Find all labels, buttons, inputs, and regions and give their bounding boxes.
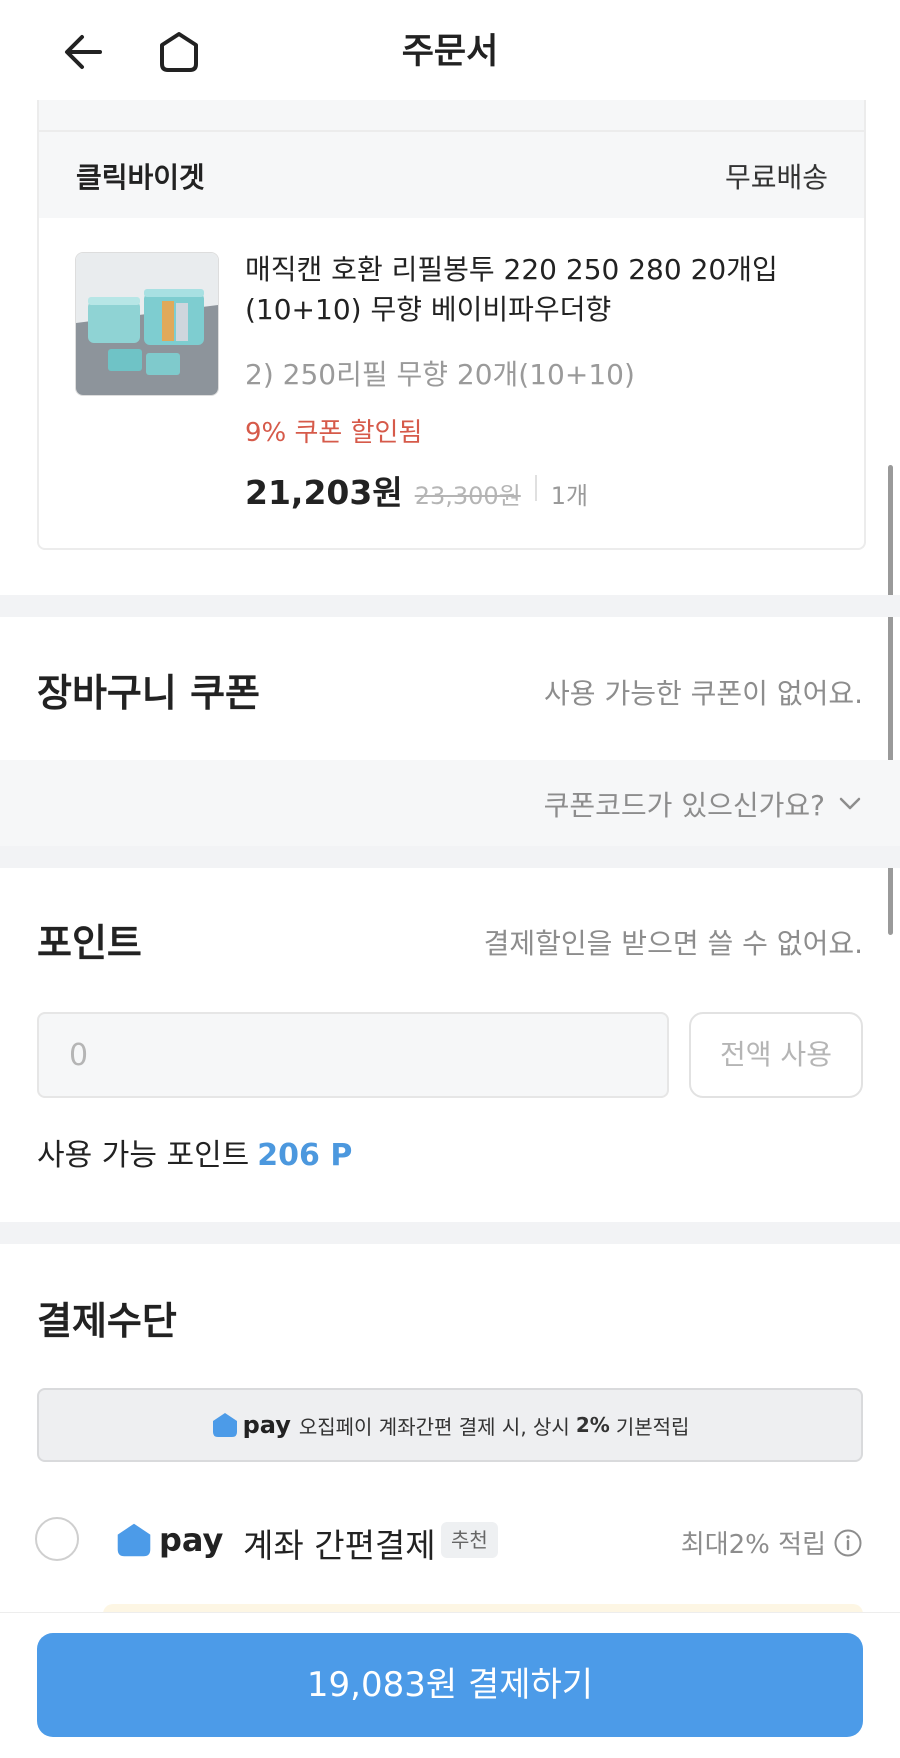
product-option: 2) 250리필 무향 20개(10+10) (245, 358, 635, 391)
payment-title: 결제수단 (37, 1299, 177, 1343)
sale-price: 21,203원 (245, 473, 403, 512)
quantity: 1개 (550, 482, 589, 510)
available-points: 사용 가능 포인트 206 P (37, 1130, 352, 1174)
cart-coupon-title: 장바구니 쿠폰 (37, 671, 260, 715)
section-divider (0, 1222, 900, 1244)
section-divider (0, 595, 900, 617)
pay-logo-icon (117, 1523, 151, 1557)
use-all-points-button[interactable]: 전액 사용 (689, 1012, 863, 1098)
pay-banner-text: 오집페이 계좌간편 결제 시, 상시 (298, 1414, 570, 1439)
header: 주문서 (0, 0, 900, 100)
pay-logo-text: pay (242, 1411, 291, 1439)
points-note: 결제할인을 받으면 쓸 수 없어요. (483, 927, 863, 960)
chevron-down-icon (839, 797, 861, 810)
points-title: 포인트 (37, 921, 142, 965)
coupon-applied-label: 9% 쿠폰 할인됨 (245, 418, 423, 448)
page-title: 주문서 (401, 32, 499, 72)
bottom-bar: 19,083원 결제하기 (0, 1612, 900, 1758)
product-image (76, 253, 218, 395)
pay-banner-suffix: 기본적립 (615, 1414, 690, 1439)
recommended-badge: 추천 (441, 1522, 498, 1558)
pay-option-logo: pay (115, 1520, 231, 1560)
seller-name: 클릭바이겟 (76, 161, 205, 194)
points-input[interactable]: 0 (37, 1012, 669, 1098)
pay-option-label[interactable]: 계좌 간편결제 (243, 1519, 436, 1567)
pay-logo-text: pay (159, 1521, 224, 1559)
coupon-code-prompt: 쿠폰코드가 있으신가요? (543, 789, 825, 822)
card-top-strip (39, 100, 864, 130)
available-points-label: 사용 가능 포인트 (37, 1138, 250, 1173)
available-points-value: 206 P (257, 1138, 353, 1173)
section-divider (0, 846, 900, 868)
pay-banner-rate: 2% (575, 1413, 610, 1437)
seller-row: 클릭바이겟 무료배송 (39, 130, 864, 218)
order-item-card: 클릭바이겟 무료배송 매직캔 호환 리필봉투 220 250 280 20개입 … (37, 100, 866, 550)
max-reward-label: 최대2% 적립 (680, 1530, 826, 1560)
cart-coupon-note: 사용 가능한 쿠폰이 없어요. (544, 677, 863, 710)
pay-promo-banner[interactable]: pay 오집페이 계좌간편 결제 시, 상시 2% 기본적립 (37, 1388, 863, 1462)
shipping-label: 무료배송 (724, 161, 828, 194)
original-price: 23,300원 (414, 482, 521, 510)
product-name[interactable]: 매직캔 호환 리필봉투 220 250 280 20개입 (10+10) 무향 … (245, 250, 825, 330)
coupon-code-toggle[interactable]: 쿠폰코드가 있으신가요? (0, 760, 900, 846)
info-icon[interactable] (833, 1528, 863, 1558)
pay-logo-icon (212, 1413, 237, 1437)
price-divider (534, 475, 537, 501)
price-row: 21,203원 23,300원 1개 (245, 466, 589, 512)
checkout-button[interactable]: 19,083원 결제하기 (37, 1633, 863, 1737)
pay-option-radio[interactable] (35, 1517, 79, 1561)
product-thumbnail[interactable] (75, 252, 219, 396)
